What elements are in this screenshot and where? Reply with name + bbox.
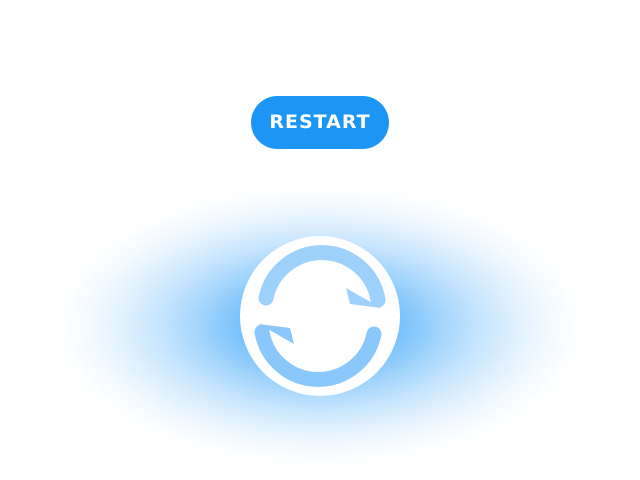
restart-button[interactable]: RESTART: [251, 96, 389, 149]
app-stage: RESTART: [0, 0, 640, 480]
refresh-icon[interactable]: [240, 236, 400, 396]
